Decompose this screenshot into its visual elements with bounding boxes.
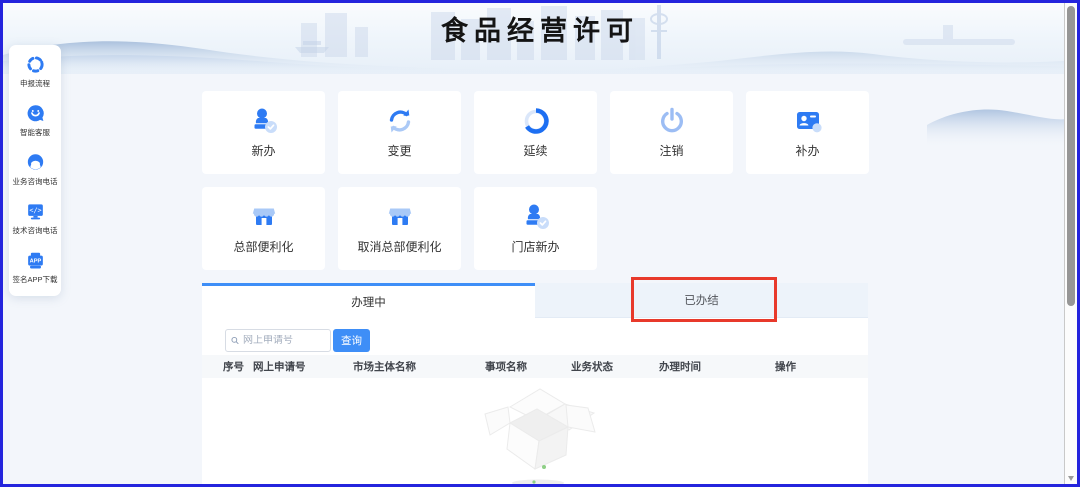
svg-text:APP: APP — [29, 259, 41, 265]
app-download-icon: APP — [27, 252, 43, 269]
card-change[interactable]: 变更 — [338, 91, 461, 174]
sidebar-item-label: 业务咨询电话 — [12, 177, 58, 186]
card-label: 延续 — [523, 144, 548, 158]
tab-completed[interactable]: 已办结 — [535, 283, 868, 318]
sidebar-item-label: 申报流程 — [20, 79, 50, 88]
card-label: 门店新办 — [511, 240, 560, 254]
boat-silhouette — [295, 41, 329, 53]
column-header-app-number: 网上申请号 — [253, 361, 306, 373]
card-label: 新办 — [251, 144, 276, 158]
headset-icon — [27, 154, 43, 170]
action-cards-row-2: 总部便利化 取消总部便利化 门店新办 — [202, 187, 597, 270]
scrollbar-thumb[interactable] — [1067, 6, 1075, 306]
card-label: 取消总部便利化 — [357, 240, 442, 254]
hill-decoration — [927, 109, 1067, 147]
tab-in-progress[interactable]: 办理中 — [202, 283, 535, 318]
empty-state — [468, 383, 608, 484]
query-button[interactable]: 查询 — [333, 329, 370, 352]
chat-smile-icon — [27, 105, 44, 122]
card-label: 总部便利化 — [233, 240, 294, 254]
card-store-new-application[interactable]: 门店新办 — [474, 187, 597, 270]
sidebar-item-label: 签名APP下载 — [12, 275, 58, 284]
search-icon — [231, 336, 239, 345]
card-cancellation[interactable]: 注销 — [610, 91, 733, 174]
column-header-handle-time: 办理时间 — [659, 361, 701, 373]
code-monitor-icon: </> — [27, 204, 43, 220]
search-input-box[interactable] — [225, 329, 331, 352]
search-row: 查询 — [225, 329, 370, 352]
column-header-index: 序号 — [223, 361, 244, 373]
table-header-row: 序号 网上申请号 市场主体名称 事项名称 业务状态 办理时间 操作 — [202, 355, 868, 378]
card-renewal[interactable]: 延续 — [474, 91, 597, 174]
stamp-check-icon — [254, 108, 277, 133]
card-label: 补办 — [795, 144, 820, 158]
stamp-check-icon — [526, 204, 549, 229]
header-banner: 食品经营许可 — [3, 3, 1077, 74]
column-header-status: 业务状态 — [571, 361, 613, 373]
tab-label: 办理中 — [351, 297, 386, 309]
sidebar-item-label: 技术咨询电话 — [12, 226, 58, 235]
id-card-icon — [796, 112, 822, 133]
card-new-application[interactable]: 新办 — [202, 91, 325, 174]
application-number-input[interactable] — [243, 335, 325, 346]
sidebar-item-declaration-process[interactable]: 申报流程 — [9, 54, 61, 89]
work-list-panel: 办理中 已办结 查询 序号 网上申请号 市场主体名称 事项名称 业务状态 办理时… — [202, 283, 868, 484]
scrollbar-down-arrow-icon[interactable] — [1068, 476, 1074, 481]
sidebar-item-business-phone[interactable]: 业务咨询电话 — [9, 152, 61, 187]
sidebar-item-tech-phone[interactable]: </> 技术咨询电话 — [9, 201, 61, 236]
tab-label: 已办结 — [684, 295, 719, 307]
vertical-scrollbar[interactable] — [1064, 3, 1077, 484]
storefront-icon — [252, 208, 275, 225]
sidebar-item-smart-service[interactable]: 智能客服 — [9, 103, 61, 138]
sidebar-item-label: 智能客服 — [20, 128, 50, 137]
card-reissue[interactable]: 补办 — [746, 91, 869, 174]
storefront-icon — [388, 208, 411, 225]
column-header-item-name: 事项名称 — [485, 361, 527, 373]
flow-icon — [26, 56, 44, 73]
app-window: 食品经营许可 申报流程 智能客服 业务咨询电话 </> 技术咨询电话 APP 签… — [0, 0, 1080, 487]
refresh-icon — [389, 109, 410, 133]
card-cancel-hq-facilitation[interactable]: 取消总部便利化 — [338, 187, 461, 270]
card-label: 变更 — [387, 144, 412, 158]
empty-open-box-illustration — [484, 388, 596, 484]
card-label: 注销 — [659, 144, 684, 158]
tab-bar: 办理中 已办结 — [202, 283, 868, 318]
column-header-operation: 操作 — [775, 361, 796, 373]
page-title: 食品经营许可 — [441, 16, 639, 47]
card-hq-facilitation[interactable]: 总部便利化 — [202, 187, 325, 270]
progress-circle-icon — [524, 108, 549, 134]
action-cards-row-1: 新办 变更 延续 注销 补办 — [202, 91, 869, 174]
floating-sidebar: 申报流程 智能客服 业务咨询电话 </> 技术咨询电话 APP 签名APP下载 — [9, 45, 61, 296]
svg-text:</>: </> — [29, 207, 41, 215]
column-header-entity-name: 市场主体名称 — [353, 361, 416, 373]
tower-silhouette — [650, 5, 668, 59]
power-icon — [660, 107, 683, 133]
sidebar-item-app-download[interactable]: APP 签名APP下载 — [9, 250, 61, 285]
